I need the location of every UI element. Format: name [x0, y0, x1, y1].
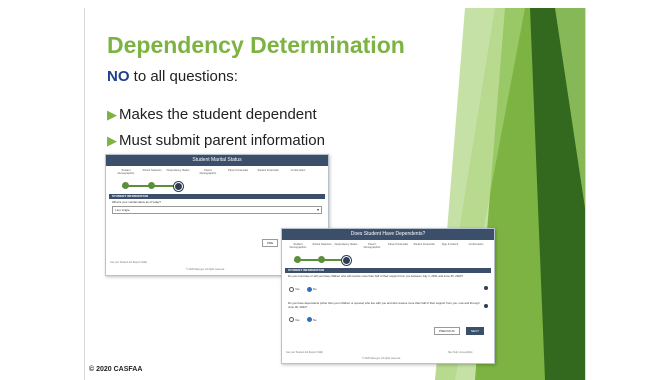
slide-title: Dependency Determination — [107, 32, 405, 58]
step-label: Confirmation — [290, 169, 306, 172]
bullet-text: Makes the student dependent — [119, 106, 317, 123]
bullet-arrow-icon: ▶ — [107, 133, 117, 148]
bullet-arrow-icon: ▶ — [107, 107, 117, 122]
step-complete-icon — [148, 182, 155, 189]
q2-yes-radio[interactable] — [289, 317, 294, 323]
step-current-icon — [174, 182, 183, 191]
step-label: Dependency Status — [334, 243, 358, 246]
step-label: Parent Demographics — [199, 169, 217, 176]
slide-subtitle: NO to all questions: — [107, 68, 238, 85]
shot2-footer-right[interactable]: Site Help / Accessibility — [448, 351, 473, 354]
shot1-progress: Student Demographics School Selection De… — [106, 166, 328, 194]
shot1-previous-button[interactable]: PRE — [262, 239, 279, 247]
marital-status-select[interactable]: I am single — [112, 206, 322, 215]
step-current-icon — [342, 256, 351, 265]
copyright-footer: © 2020 CASFAA — [89, 366, 143, 373]
step-label: School Selection — [142, 169, 162, 172]
step-label: Sign & Submit — [441, 243, 459, 246]
q2-radio-group: Yes No — [286, 311, 494, 329]
shot1-question: What is your marital status as of today? — [112, 200, 161, 204]
q1-radio-group: Yes No — [286, 280, 494, 298]
step-label: Student Demographics — [117, 169, 135, 176]
step-label: School Selection — [312, 243, 332, 246]
shot2-question-2: Do you have dependents (other than your … — [288, 301, 480, 309]
shot1-footer-center: © 2020 fafsa.gov. All rights reserved. — [186, 268, 225, 271]
shot1-footer-left[interactable]: Get your Student Aid Report (SAR) — [110, 261, 147, 264]
screenshot-dependents: Does Student Have Dependents? Student De… — [281, 228, 495, 364]
step-label: Student Demographics — [289, 243, 307, 250]
previous-button[interactable]: PREVIOUS — [434, 327, 460, 335]
next-button[interactable]: NEXT — [466, 327, 485, 335]
step-label: Parent Financials — [227, 169, 249, 172]
slide: Dependency Determination NO to all quest… — [84, 8, 586, 380]
shot1-section: STUDENT INFORMATION — [109, 194, 325, 199]
step-label: Confirmation — [468, 243, 484, 246]
shot2-footer-center: © 2020 fafsa.gov. All rights reserved. — [362, 357, 401, 360]
step-label: Dependency Status — [166, 169, 190, 172]
step-complete-icon — [294, 256, 301, 263]
shot1-header: Student Marital Status — [106, 155, 328, 166]
q1-no-label: No — [313, 287, 317, 292]
shot2-footer-left[interactable]: Get your Student Aid Report (SAR) — [286, 351, 323, 354]
q2-yes-label: Yes — [295, 317, 300, 322]
step-label: Parent Demographics — [363, 243, 381, 250]
step-label: Parent Financials — [387, 243, 409, 246]
step-label: Student Financials — [413, 243, 435, 246]
q1-no-radio[interactable] — [307, 286, 313, 292]
shot2-section: STUDENT INFORMATION — [285, 268, 491, 273]
q2-no-radio[interactable] — [307, 317, 313, 323]
shot2-question-1: Do you now have or will you have childre… — [288, 274, 464, 278]
shot2-progress: Student Demographics School Selection De… — [282, 240, 494, 268]
bullet-2: ▶ Must submit parent information — [107, 132, 325, 149]
q1-yes-label: Yes — [295, 287, 300, 292]
subtitle-no: NO — [107, 68, 130, 85]
bullet-1: ▶ Makes the student dependent — [107, 106, 317, 123]
shot2-header: Does Student Have Dependents? — [282, 229, 494, 240]
q2-no-label: No — [313, 317, 317, 322]
bullet-text: Must submit parent information — [119, 132, 325, 149]
info-icon[interactable] — [484, 304, 488, 308]
subtitle-rest: to all questions: — [129, 68, 238, 85]
step-complete-icon — [122, 182, 129, 189]
q1-yes-radio[interactable] — [289, 286, 294, 292]
step-label: Student Financials — [257, 169, 279, 172]
step-complete-icon — [318, 256, 325, 263]
info-icon[interactable] — [484, 286, 488, 290]
